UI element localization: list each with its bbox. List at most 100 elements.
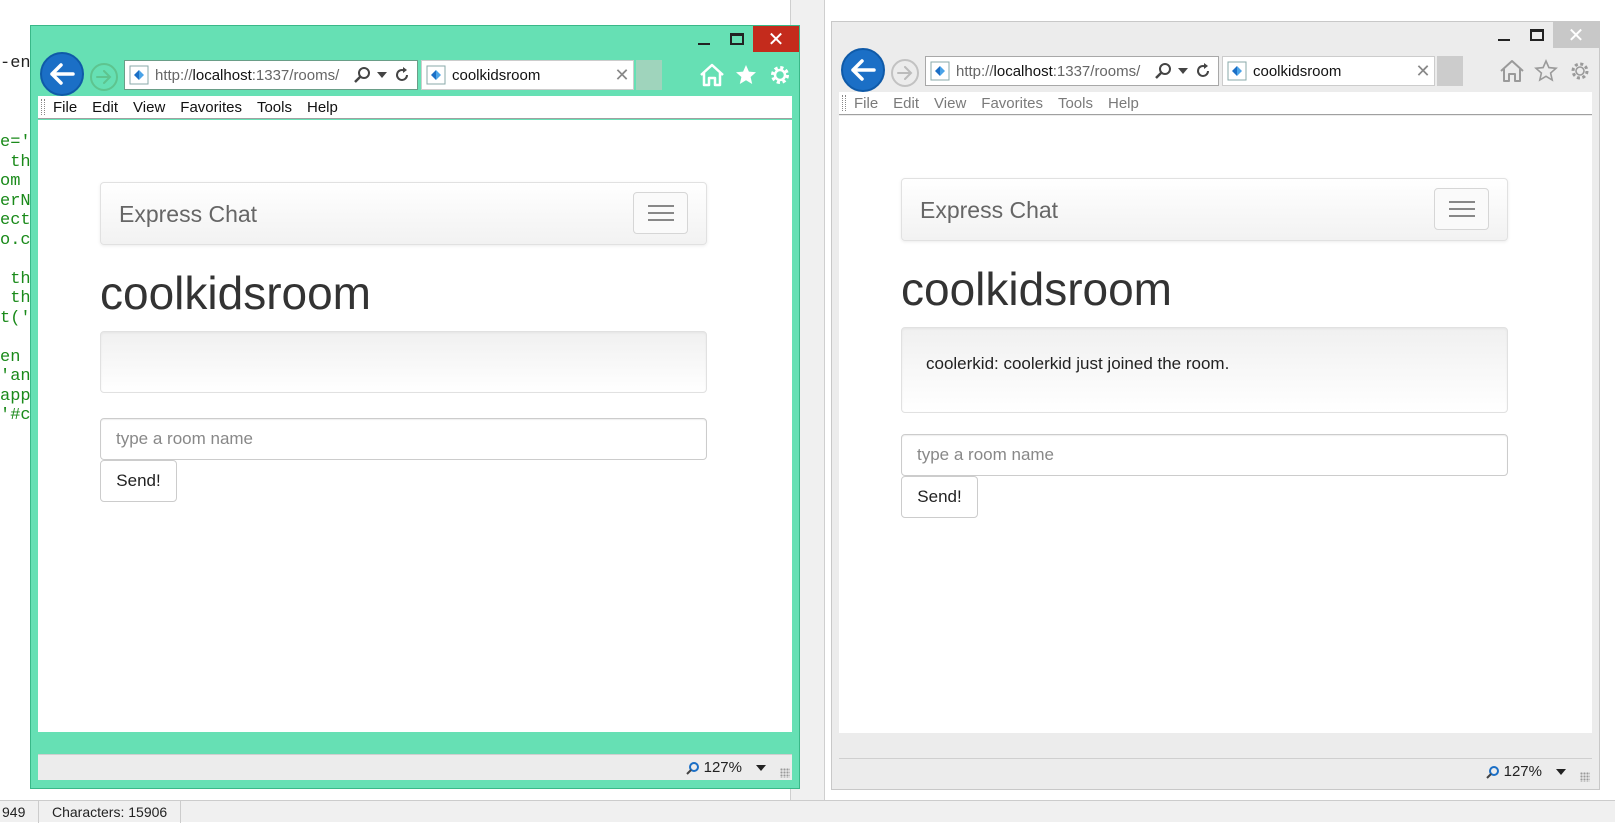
menu-favorites[interactable]: Favorites	[180, 99, 242, 116]
home-button[interactable]	[697, 60, 727, 90]
settings-button[interactable]	[765, 60, 795, 90]
close-button[interactable]: ✕	[753, 26, 799, 52]
menu-edit[interactable]: Edit	[893, 95, 919, 112]
address-bar[interactable]: http://localhost:1337/rooms/	[124, 60, 418, 90]
star-icon	[736, 65, 756, 84]
favorites-button[interactable]	[731, 60, 761, 90]
refresh-icon[interactable]	[1194, 62, 1212, 80]
navigation-bar: http://localhost:1337/rooms/ coolkidsroo…	[832, 48, 1599, 92]
brand-link[interactable]: Express Chat	[119, 201, 257, 228]
gear-icon	[771, 66, 789, 84]
menu-favorites[interactable]: Favorites	[981, 95, 1043, 112]
message-input[interactable]	[901, 434, 1508, 476]
brand-link[interactable]: Express Chat	[920, 197, 1058, 224]
favorites-button[interactable]	[1531, 56, 1561, 86]
resize-grip-icon[interactable]	[780, 768, 790, 778]
address-url[interactable]: http://localhost:1337/rooms/	[956, 63, 1154, 80]
navigation-bar: http://localhost:1337/rooms/ coolkidsroo…	[31, 52, 799, 96]
star-icon	[1534, 59, 1558, 82]
status-divider	[180, 801, 181, 823]
menu-tools[interactable]: Tools	[1058, 95, 1093, 112]
message-input[interactable]	[100, 418, 707, 460]
forward-button[interactable]	[90, 63, 118, 91]
navbar-toggle-button[interactable]	[633, 192, 688, 234]
minimize-button[interactable]	[1487, 22, 1520, 48]
new-tab-button[interactable]	[1437, 56, 1463, 86]
menu-bar: File Edit View Favorites Tools Help	[38, 96, 792, 119]
forward-button[interactable]	[891, 59, 919, 87]
menu-help[interactable]: Help	[307, 99, 338, 116]
search-icon[interactable]	[1154, 62, 1172, 80]
page-icon	[930, 61, 950, 81]
minimize-icon	[697, 43, 710, 45]
site-navbar: Express Chat	[901, 178, 1508, 241]
page-icon	[129, 65, 149, 85]
home-icon	[700, 63, 724, 87]
menu-tools[interactable]: Tools	[257, 99, 292, 116]
editor-status-bar: 949 Characters: 15906	[0, 800, 1615, 823]
settings-button[interactable]	[1565, 56, 1595, 86]
caption-buttons: ✕	[1487, 22, 1599, 48]
chevron-down-icon[interactable]	[1556, 769, 1566, 775]
site-navbar: Express Chat	[100, 182, 707, 245]
tab-coolkidsroom[interactable]: coolkidsroom ✕	[421, 60, 634, 90]
maximize-button[interactable]	[720, 26, 753, 52]
zoom-icon	[685, 761, 699, 775]
refresh-icon[interactable]	[393, 66, 411, 84]
room-title: coolkidsroom	[901, 263, 1172, 315]
browser-window-right[interactable]: ✕ http://localhost:1337/rooms/ coolkidsr…	[831, 21, 1600, 790]
message-text: coolerkid: coolerkid just joined the roo…	[926, 354, 1230, 373]
address-url[interactable]: http://localhost:1337/rooms/	[155, 67, 353, 84]
status-bar: 127%	[38, 754, 792, 780]
tab-page-icon	[426, 65, 446, 85]
menu-edit[interactable]: Edit	[92, 99, 118, 116]
resize-grip-icon[interactable]	[1580, 772, 1590, 782]
navbar-toggle-button[interactable]	[1434, 188, 1489, 230]
room-title: coolkidsroom	[100, 267, 371, 319]
minimize-icon	[1497, 39, 1510, 41]
page-viewport: Express Chat coolkidsroom coolerkid: coo…	[839, 116, 1592, 733]
send-button[interactable]: Send!	[901, 476, 978, 518]
tab-close-icon[interactable]: ✕	[1412, 61, 1434, 82]
back-arrow-icon	[50, 63, 75, 85]
line-count: 949	[2, 804, 26, 820]
code-line: en	[0, 348, 31, 367]
code-line: t('	[0, 309, 31, 328]
tab-coolkidsroom[interactable]: coolkidsroom ✕	[1222, 56, 1435, 86]
menu-file[interactable]: File	[854, 95, 878, 112]
menu-file[interactable]: File	[53, 99, 77, 116]
chevron-down-icon[interactable]	[756, 765, 766, 771]
forward-arrow-icon	[897, 66, 913, 80]
send-button[interactable]: Send!	[100, 460, 177, 502]
menu-view[interactable]: View	[133, 99, 165, 116]
zoom-icon	[1485, 765, 1499, 779]
chevron-down-icon[interactable]	[1178, 67, 1188, 75]
browser-window-left[interactable]: ✕ http://localhost:1337/rooms/ coolkidsr…	[30, 25, 800, 789]
close-icon: ✕	[767, 28, 785, 51]
tab-page-icon	[1227, 61, 1247, 81]
code-line: 'an	[0, 367, 31, 386]
back-button[interactable]	[40, 52, 84, 96]
close-icon: ✕	[1567, 24, 1585, 47]
home-icon	[1500, 60, 1524, 82]
menu-view[interactable]: View	[934, 95, 966, 112]
chevron-down-icon[interactable]	[377, 71, 387, 79]
zoom-control[interactable]: 127%	[685, 759, 742, 776]
maximize-icon	[729, 33, 744, 45]
maximize-button[interactable]	[1520, 22, 1553, 48]
zoom-control[interactable]: 127%	[1485, 763, 1542, 780]
back-button[interactable]	[841, 48, 885, 92]
messages-panel: coolerkid: coolerkid just joined the roo…	[901, 327, 1508, 413]
close-button[interactable]: ✕	[1553, 22, 1599, 48]
tab-close-icon[interactable]: ✕	[611, 65, 633, 86]
menu-help[interactable]: Help	[1108, 95, 1139, 112]
minimize-button[interactable]	[687, 26, 720, 52]
gear-icon	[1571, 62, 1589, 80]
new-tab-button[interactable]	[636, 60, 662, 90]
tab-label: coolkidsroom	[1253, 62, 1342, 80]
search-icon[interactable]	[353, 66, 371, 84]
back-arrow-icon	[851, 59, 876, 81]
address-bar[interactable]: http://localhost:1337/rooms/	[925, 56, 1219, 86]
home-button[interactable]	[1497, 56, 1527, 86]
status-divider	[38, 801, 39, 823]
